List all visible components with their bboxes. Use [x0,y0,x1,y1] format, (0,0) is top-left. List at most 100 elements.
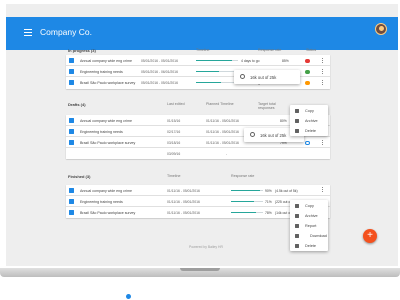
menu-item-label: Archive [305,118,318,123]
delete-icon [295,128,299,133]
menu-item-archive[interactable]: Archive [290,211,328,220]
menu-item-label: Download [310,233,327,238]
survey-list: In progress (3) Timeline Response rate S… [66,44,330,254]
page-indicator-dot [126,294,131,299]
response-bar [196,71,238,73]
col-status: Status [306,48,317,52]
row-context-menu: Copy Archive Delete [290,105,328,136]
col-target-total: Target total responses [258,102,276,110]
more-icon[interactable] [321,140,323,146]
col-response-rate: Response rate [258,48,282,52]
add-survey-button[interactable]: + [363,229,377,243]
status-dot [305,69,310,74]
menu-item-download[interactable]: Download [290,231,328,240]
download-icon [295,233,299,238]
menu-item-copy[interactable]: Copy [290,201,328,210]
more-icon[interactable] [321,58,323,64]
survey-dates: 05/01/2016 - 05/01/2016 [141,58,178,63]
document-icon [69,210,74,215]
survey-name: Brazil São Paulo workplace survey [80,140,136,145]
response-bar [231,212,263,214]
more-icon[interactable] [321,69,323,75]
time-remaining: 4 days to go [241,58,260,63]
menu-item-copy[interactable]: Copy [290,106,328,115]
response-bar [196,60,238,62]
table-row[interactable]: Annual company wide eng crime 05/01/2016… [66,55,330,66]
response-bar [231,201,263,203]
survey-name: Annual company wide eng crime [80,118,132,123]
copy-icon [295,108,299,113]
page-background [0,277,400,300]
table-row[interactable]: Annual company wide eng crime 01/11/16 -… [66,185,330,196]
planned-dates: 01/11/16 - 05/01/2016 [206,140,239,145]
survey-name: Engineering training needs [80,129,123,134]
report-icon [295,223,299,228]
response-pct: 85% [282,58,289,63]
user-avatar[interactable] [375,23,387,35]
app-screen: Company Co. In progress (3) Timeline Res… [6,4,398,266]
response-count: (4.5k out of 5k) [275,188,298,193]
menu-item-label: Copy [305,108,314,113]
menu-item-archive[interactable]: Archive [290,116,328,125]
drafts-header[interactable]: Drafts (4) [68,102,86,107]
in-progress-header[interactable]: In progress (3) [68,48,96,53]
col-response-rate: Response rate [231,174,255,178]
document-icon [69,118,74,123]
menu-icon[interactable] [24,29,32,36]
last-edited: 03/09/16 [167,151,181,156]
survey-name: Brazil São Paulo workplace survey [80,80,136,85]
more-icon[interactable] [321,80,323,86]
more-icon[interactable] [321,187,323,193]
document-icon [69,140,74,145]
last-edited: 01/15/16 [167,118,181,123]
tooltip-text: 16k out of 25k [260,132,287,138]
screen-bezel: Company Co. In progress (3) Timeline Res… [2,0,398,268]
finished-header[interactable]: Finished (3) [68,174,90,179]
survey-name: Annual company wide eng crime [80,188,132,193]
document-icon [69,69,74,74]
last-edited: 03/18/16 [167,140,181,145]
table-row[interactable]: 03/09/16 - [66,148,330,159]
menu-item-label: Copy [305,203,314,208]
survey-dates: 01/11/16 - 05/01/2016 [167,199,200,204]
col-planned-timeline: Planned Timeline [206,102,234,106]
response-tooltip: 16k out of 25k [234,70,300,84]
menu-item-report[interactable]: Report [290,221,328,230]
planned-dates: 01/11/16 - 05/01/2016 [206,129,239,134]
app-title: Company Co. [40,27,92,37]
menu-item-delete[interactable]: Delete [290,241,328,250]
survey-dates: 01/11/16 - 05/01/2016 [167,210,200,215]
document-icon [69,58,74,63]
survey-name: Brazil São Paulo workplace survey [80,210,136,215]
planned-dates: 01/11/16 - 05/01/2016 [206,118,239,123]
document-icon [69,188,74,193]
survey-dates: 05/01/2016 - 05/01/2016 [141,80,178,85]
menu-item-label: Delete [305,128,316,133]
status-dot [305,80,310,85]
menu-item-label: Archive [305,213,318,218]
laptop-notch [180,268,220,271]
col-timeline: Timeline [167,174,181,178]
survey-dates: 01/11/16 - 05/01/2016 [167,188,200,193]
row-context-menu: Copy Archive Report Download Delete [290,200,328,251]
info-icon [250,132,255,137]
document-icon [69,80,74,85]
archive-icon [295,213,299,218]
menu-item-delete[interactable]: Delete [290,126,328,135]
response-pct: 80% [280,118,287,123]
delete-icon [295,243,299,248]
survey-dates: 05/01/2016 - 06/01/2016 [141,69,178,74]
document-icon [69,129,74,134]
planned-dates: - [226,151,228,156]
menu-item-label: Delete [305,243,316,248]
survey-name: Engineering training needs [80,199,123,204]
document-icon [69,199,74,204]
response-pct: 78% [265,210,272,215]
status-dot [305,58,310,63]
status-dot [305,140,310,145]
response-pct: 71% [265,199,272,204]
response-bar [231,190,263,192]
copy-icon [295,203,299,208]
powered-by: Powered by Bailey HR [189,245,223,249]
response-bar [196,82,238,84]
